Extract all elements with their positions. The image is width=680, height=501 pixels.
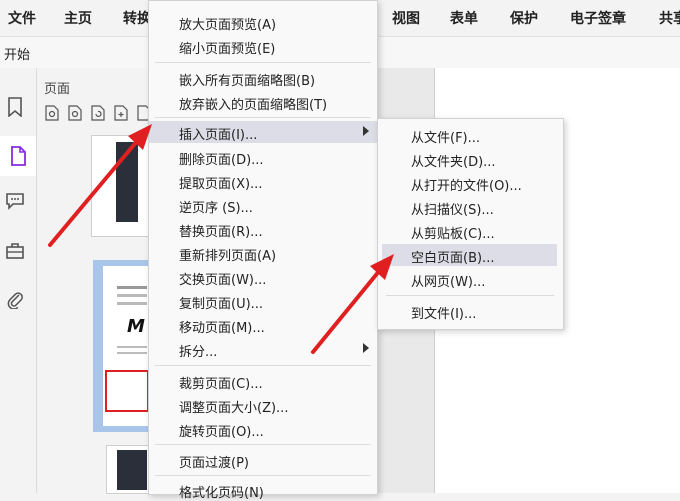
- submenu-item-blank-page[interactable]: 空白页面(B)...: [382, 244, 557, 266]
- submenu-arrow-icon: [363, 126, 369, 136]
- menu-separator: [155, 117, 371, 118]
- tab-view[interactable]: 视图: [392, 8, 420, 28]
- tab-share[interactable]: 共享: [659, 8, 680, 28]
- menu-separator: [155, 475, 371, 476]
- page-thumbnail[interactable]: [92, 136, 150, 236]
- bookmark-icon[interactable]: [4, 96, 26, 118]
- tab-esign[interactable]: 电子签章: [570, 8, 626, 28]
- page-thumbnail[interactable]: [107, 446, 150, 493]
- menu-item-resize-pages[interactable]: 调整页面大小(Z)...: [149, 394, 377, 416]
- menu-item-copy-pages[interactable]: 复制页面(U)...: [149, 290, 377, 312]
- insert-pages-submenu: 从文件(F)... 从文件夹(D)... 从打开的文件(O)... 从扫描仪(S…: [377, 118, 564, 330]
- page-context-menu: 放大页面预览(A) 缩小页面预览(E) 嵌入所有页面缩略图(B) 放弃嵌入的页面…: [148, 0, 378, 501]
- menu-item-crop-pages[interactable]: 裁剪页面(C)...: [149, 370, 377, 392]
- menu-item-move-pages[interactable]: 移动页面(M)...: [149, 314, 377, 336]
- menu-item-page-transition[interactable]: 页面过渡(P): [149, 449, 377, 471]
- menu-separator: [155, 62, 371, 63]
- tab-file[interactable]: 文件: [8, 8, 36, 28]
- tab-home[interactable]: 主页: [64, 8, 92, 28]
- submenu-item-from-webpage[interactable]: 从网页(W)...: [382, 268, 557, 290]
- panel-title: 页面: [44, 82, 71, 97]
- submenu-item-from-folder[interactable]: 从文件夹(D)...: [382, 148, 557, 170]
- submenu-item-from-scanner[interactable]: 从扫描仪(S)...: [382, 196, 557, 218]
- menu-item-zoom-out-preview[interactable]: 缩小页面预览(E): [149, 35, 377, 57]
- menu-item-discard-thumbnails[interactable]: 放弃嵌入的页面缩略图(T): [149, 91, 377, 113]
- tab-protect[interactable]: 保护: [510, 8, 538, 28]
- selection-outline: [105, 370, 149, 412]
- menu-item-rearrange-pages[interactable]: 重新排列页面(A): [149, 242, 377, 264]
- attachment-icon[interactable]: [4, 288, 26, 310]
- menu-item-split[interactable]: 拆分...: [149, 338, 377, 360]
- menu-item-insert-pages[interactable]: 插入页面(I)...: [149, 121, 377, 143]
- panel-toolbar: [43, 104, 153, 124]
- menu-item-zoom-in-preview[interactable]: 放大页面预览(A): [149, 11, 377, 33]
- zoom-in-thumb-icon[interactable]: [43, 104, 61, 122]
- menu-separator: [155, 444, 371, 445]
- page-thumbnail-selected[interactable]: M: [93, 260, 150, 432]
- menu-item-embed-thumbnails[interactable]: 嵌入所有页面缩略图(B): [149, 67, 377, 89]
- submenu-arrow-icon: [363, 343, 369, 353]
- tab-convert[interactable]: 转换: [123, 8, 151, 28]
- menu-item-rotate-pages[interactable]: 旋转页面(O)...: [149, 418, 377, 440]
- rotate-thumb-icon[interactable]: [89, 104, 107, 122]
- zoom-out-thumb-icon[interactable]: [66, 104, 84, 122]
- menu-item-swap-pages[interactable]: 交换页面(W)...: [149, 266, 377, 288]
- menu-item-format-page-numbers[interactable]: 格式化页码(N): [149, 479, 377, 501]
- menu-item-extract-pages[interactable]: 提取页面(X)...: [149, 170, 377, 192]
- submenu-item-from-open-file[interactable]: 从打开的文件(O)...: [382, 172, 557, 194]
- menu-item-reverse-pages[interactable]: 逆页序 (S)...: [149, 194, 377, 216]
- start-tab[interactable]: 开始: [4, 44, 30, 63]
- tab-form[interactable]: 表单: [450, 8, 478, 28]
- submenu-item-to-file[interactable]: 到文件(I)...: [382, 300, 557, 322]
- menu-item-delete-pages[interactable]: 删除页面(D)...: [149, 146, 377, 168]
- menu-separator: [155, 365, 371, 366]
- menu-item-replace-pages[interactable]: 替换页面(R)...: [149, 218, 377, 240]
- submenu-item-from-clipboard[interactable]: 从剪贴板(C)...: [382, 220, 557, 242]
- submenu-item-from-file[interactable]: 从文件(F)...: [382, 124, 557, 146]
- left-nav-rail: [0, 68, 37, 493]
- thumbnails-panel: 页面 M: [37, 68, 153, 493]
- thumbnail-heading: M: [127, 316, 145, 337]
- insert-thumb-icon[interactable]: [112, 104, 130, 122]
- menu-separator: [386, 295, 554, 296]
- pages-icon[interactable]: [0, 136, 36, 176]
- comment-icon[interactable]: [4, 190, 26, 212]
- briefcase-icon[interactable]: [4, 240, 26, 262]
